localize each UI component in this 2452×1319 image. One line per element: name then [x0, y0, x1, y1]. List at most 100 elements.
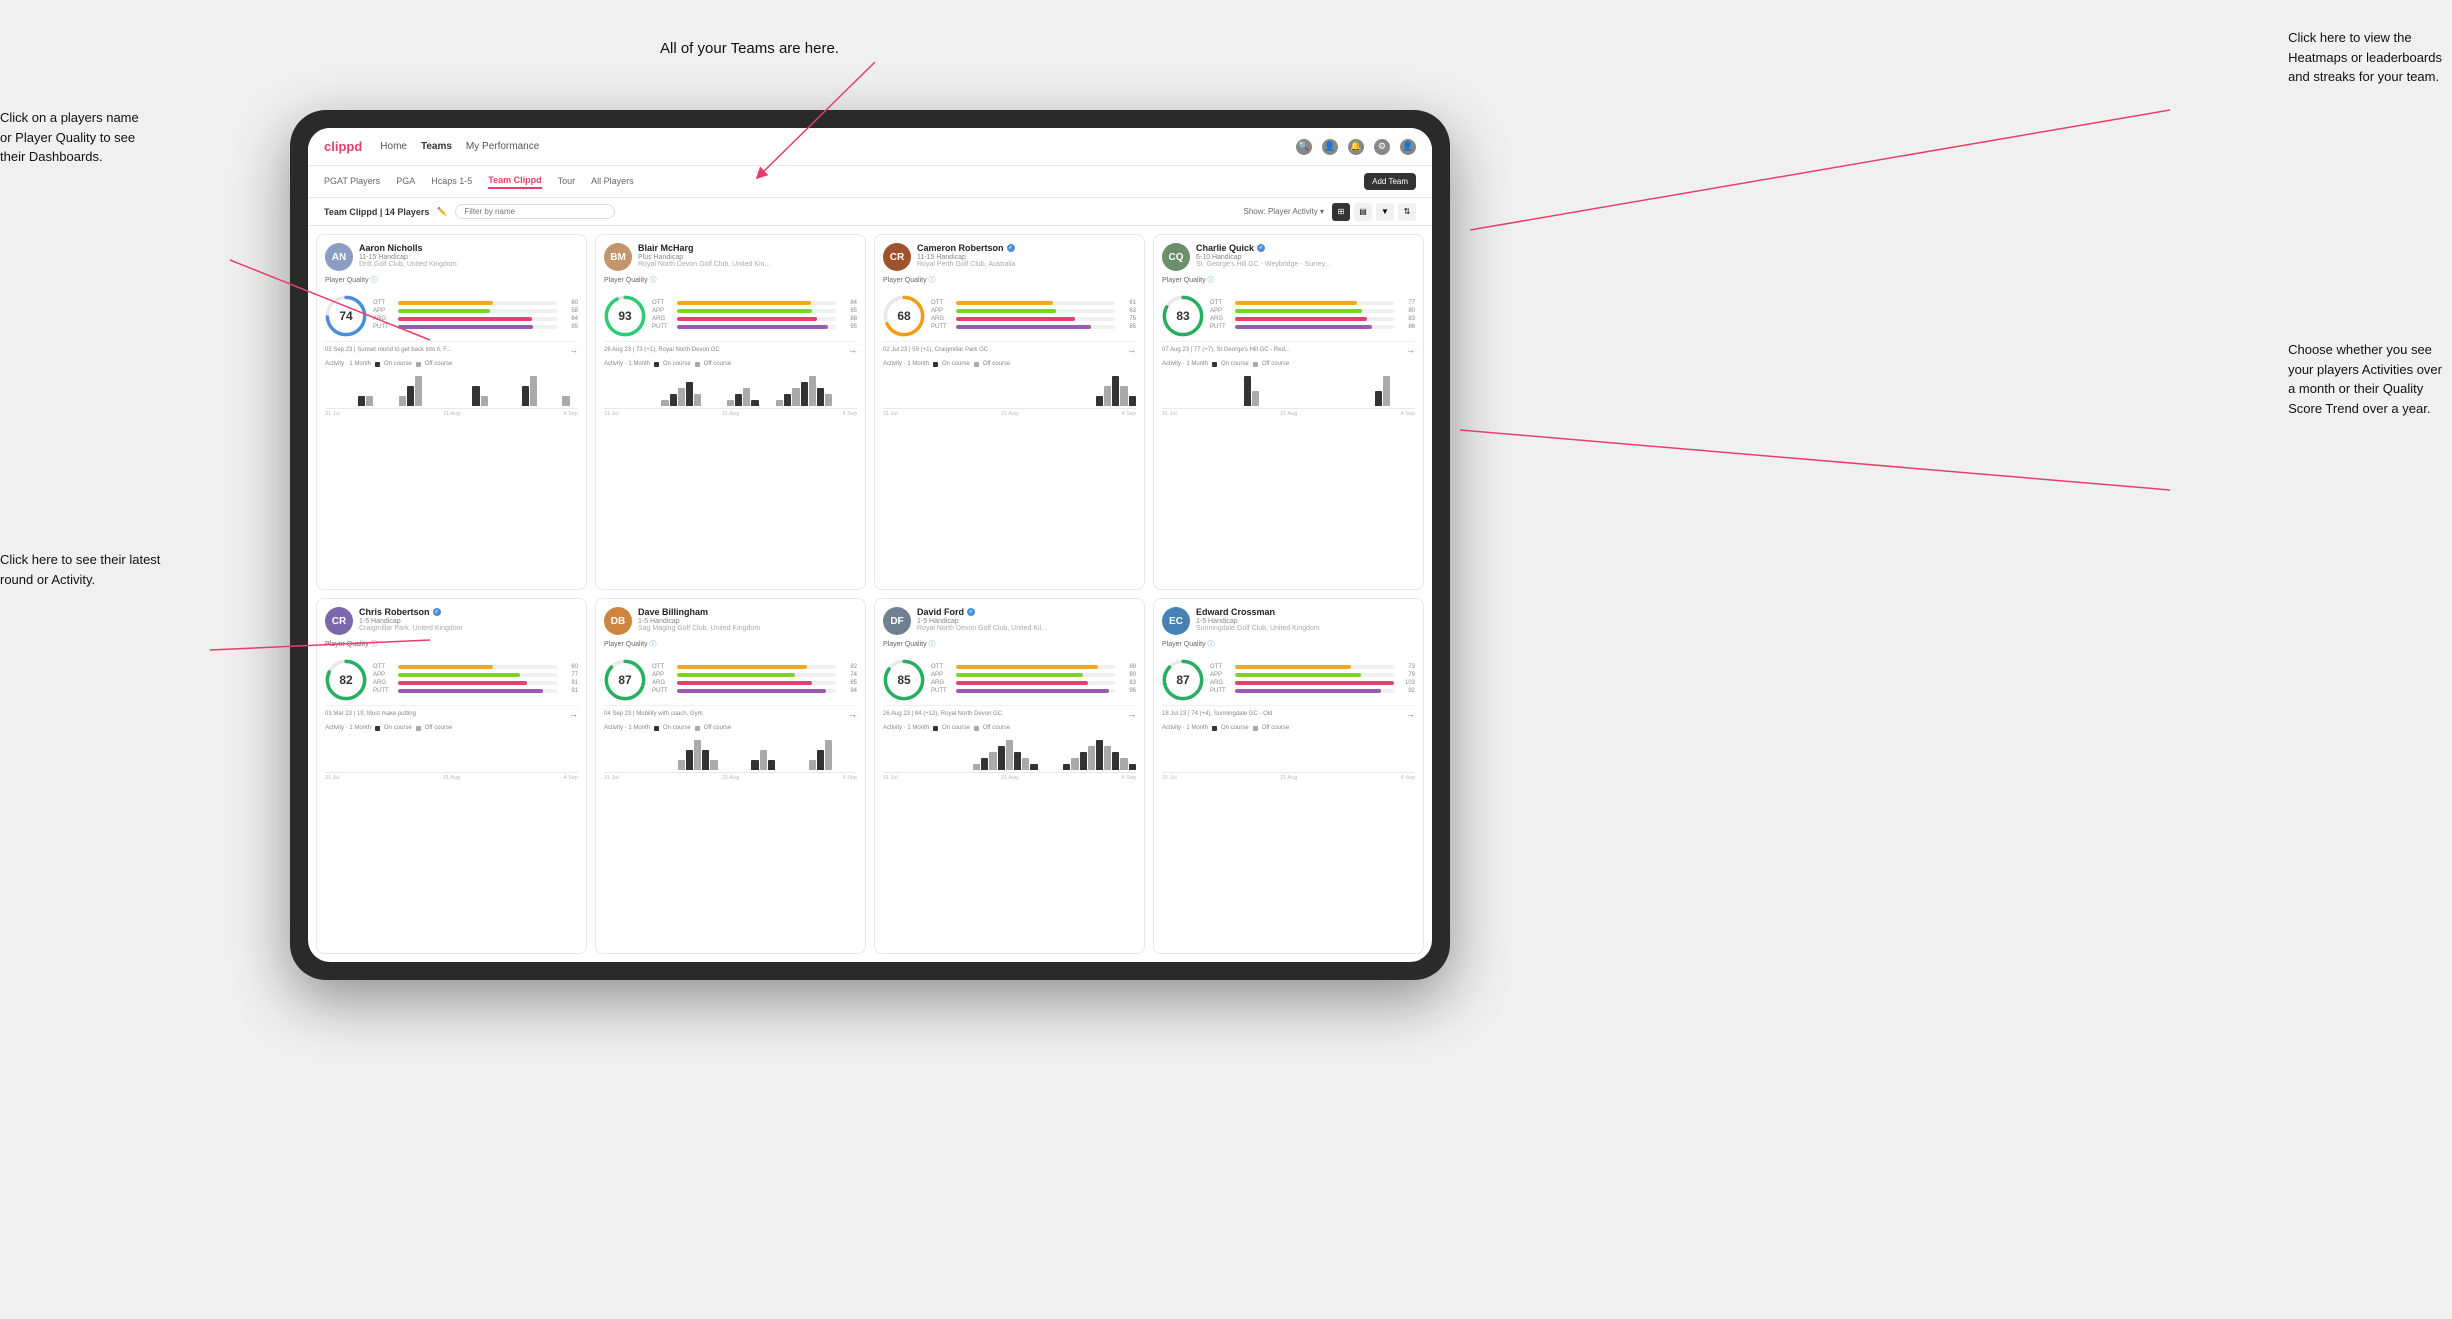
- latest-round-arrow[interactable]: →: [1406, 709, 1415, 719]
- player-name[interactable]: Blair McHarg: [638, 243, 857, 253]
- quality-circle[interactable]: 85: [883, 659, 925, 701]
- quality-section[interactable]: 93 OTT 84 APP 85 ARG 88 PUTT: [604, 295, 857, 337]
- latest-round-arrow[interactable]: →: [848, 709, 857, 719]
- tablet-screen: clippd Home Teams My Performance 🔍 👤 🔔 ⚙…: [308, 128, 1432, 962]
- quality-circle[interactable]: 68: [883, 295, 925, 337]
- add-team-button[interactable]: Add Team: [1364, 173, 1416, 190]
- activity-label: Activity · 1 Month: [883, 725, 929, 731]
- quality-circle[interactable]: 87: [604, 659, 646, 701]
- player-card[interactable]: DB Dave Billingham 1-5 Handicap Sag Magi…: [595, 598, 866, 954]
- latest-round-arrow[interactable]: →: [569, 709, 578, 719]
- player-header: CR Cameron Robertson ✓ 11-15 Handicap Ro…: [883, 243, 1136, 271]
- activity-section: Activity · 1 Month On course Off course …: [1162, 725, 1415, 781]
- quality-circle[interactable]: 87: [1162, 659, 1204, 701]
- quality-number: 68: [897, 309, 910, 323]
- latest-round[interactable]: 07 Aug 23 | 77 (+7), St George's Hill GC…: [1162, 341, 1415, 355]
- player-name[interactable]: Cameron Robertson ✓: [917, 243, 1136, 253]
- chart-date-start: 31 Jul: [604, 775, 619, 781]
- latest-round[interactable]: 04 Sep 23 | Mobility with coach, Gym →: [604, 705, 857, 719]
- latest-round-arrow[interactable]: →: [848, 345, 857, 355]
- chart-dates: 31 Jul 21 Aug 4 Sep: [604, 775, 857, 781]
- player-card[interactable]: CR Cameron Robertson ✓ 11-15 Handicap Ro…: [874, 234, 1145, 590]
- tab-pgat-players[interactable]: PGAT Players: [324, 176, 380, 188]
- off-course-label: Off course: [425, 725, 453, 731]
- filter-icon[interactable]: ▼: [1376, 203, 1394, 221]
- latest-round[interactable]: 03 Mar 23 | 19, Must make putting →: [325, 705, 578, 719]
- activity-section: Activity · 1 Month On course Off course …: [325, 725, 578, 781]
- quality-label: Player Quality ⓘ: [1162, 275, 1415, 285]
- player-handicap: 1-5 Handicap: [359, 618, 578, 625]
- player-name[interactable]: Edward Crossman: [1196, 607, 1415, 617]
- quality-section[interactable]: 83 OTT 77 APP 80 ARG 83 PUTT: [1162, 295, 1415, 337]
- off-course-label: Off course: [704, 361, 732, 367]
- latest-round[interactable]: 02 Sep 23 | Sunset round to get back int…: [325, 341, 578, 355]
- quality-section[interactable]: 68 OTT 61 APP 63 ARG 75 PUTT: [883, 295, 1136, 337]
- bell-icon[interactable]: 🔔: [1348, 139, 1364, 155]
- player-card[interactable]: BM Blair McHarg Plus Handicap Royal Nort…: [595, 234, 866, 590]
- activity-header: Activity · 1 Month On course Off course: [604, 725, 857, 731]
- player-avatar: CQ: [1162, 243, 1190, 271]
- activity-label: Activity · 1 Month: [325, 725, 371, 731]
- player-name[interactable]: Aaron Nicholls: [359, 243, 578, 253]
- player-card[interactable]: CR Chris Robertson ✓ 1-5 Handicap Craigm…: [316, 598, 587, 954]
- player-card[interactable]: CQ Charlie Quick ✓ 6-10 Handicap St. Geo…: [1153, 234, 1424, 590]
- sub-nav: PGAT Players PGA Hcaps 1-5 Team Clippd T…: [308, 166, 1432, 198]
- player-card[interactable]: AN Aaron Nicholls 11-15 Handicap Drift G…: [316, 234, 587, 590]
- tab-tour[interactable]: Tour: [558, 176, 576, 188]
- activity-section: Activity · 1 Month On course Off course …: [883, 725, 1136, 781]
- player-name[interactable]: Dave Billingham: [638, 607, 857, 617]
- nav-home[interactable]: Home: [380, 137, 407, 156]
- grid-view-icon[interactable]: ⊞: [1332, 203, 1350, 221]
- chart-date-end: 4 Sep: [1122, 411, 1136, 417]
- latest-round[interactable]: 26 Aug 23 | 73 (+1), Royal North Devon G…: [604, 341, 857, 355]
- player-card[interactable]: EC Edward Crossman 1-5 Handicap Sunningd…: [1153, 598, 1424, 954]
- team-filter-input[interactable]: [455, 204, 615, 219]
- tab-all-players[interactable]: All Players: [591, 176, 634, 188]
- activity-label: Activity · 1 Month: [325, 361, 371, 367]
- profile-icon[interactable]: 👤: [1322, 139, 1338, 155]
- player-avatar: EC: [1162, 607, 1190, 635]
- on-course-label: On course: [942, 725, 970, 731]
- latest-round-arrow[interactable]: →: [1127, 709, 1136, 719]
- list-view-icon[interactable]: ▤: [1354, 203, 1372, 221]
- player-header: AN Aaron Nicholls 11-15 Handicap Drift G…: [325, 243, 578, 271]
- latest-round-arrow[interactable]: →: [1406, 345, 1415, 355]
- quality-circle[interactable]: 83: [1162, 295, 1204, 337]
- player-info: Cameron Robertson ✓ 11-15 Handicap Royal…: [917, 243, 1136, 268]
- player-club: Sunningdale Golf Club, United Kingdom: [1196, 625, 1415, 632]
- latest-round-callout: Click here to see their latestround or A…: [0, 550, 160, 589]
- tab-team-clippd[interactable]: Team Clippd: [488, 175, 541, 189]
- quality-section[interactable]: 85 OTT 89 APP 80 ARG 83 PUTT: [883, 659, 1136, 701]
- chart-date-start: 31 Jul: [883, 775, 898, 781]
- quality-section[interactable]: 82 OTT 60 APP 77 ARG 81 PUTT: [325, 659, 578, 701]
- quality-bars: OTT 73 APP 79 ARG 103 PUTT 92: [1210, 664, 1415, 696]
- activity-header: Activity · 1 Month On course Off course: [883, 725, 1136, 731]
- tab-pga[interactable]: PGA: [396, 176, 415, 188]
- latest-round[interactable]: 26 Aug 23 | 84 (+12), Royal North Devon …: [883, 705, 1136, 719]
- quality-circle[interactable]: 74: [325, 295, 367, 337]
- player-card[interactable]: DF David Ford ✓ 1-5 Handicap Royal North…: [874, 598, 1145, 954]
- settings-icon[interactable]: ⚙: [1374, 139, 1390, 155]
- quality-circle[interactable]: 93: [604, 295, 646, 337]
- heatmaps-callout: Click here to view theHeatmaps or leader…: [2288, 28, 2442, 87]
- sort-icon[interactable]: ⇅: [1398, 203, 1416, 221]
- player-name[interactable]: Chris Robertson ✓: [359, 607, 578, 617]
- player-info: David Ford ✓ 1-5 Handicap Royal North De…: [917, 607, 1136, 632]
- latest-round[interactable]: 02 Jul 23 | 59 (+1), Craigmillar Park GC…: [883, 341, 1136, 355]
- latest-round-arrow[interactable]: →: [569, 345, 578, 355]
- search-icon[interactable]: 🔍: [1296, 139, 1312, 155]
- quality-number: 74: [339, 309, 352, 323]
- latest-round-arrow[interactable]: →: [1127, 345, 1136, 355]
- nav-teams[interactable]: Teams: [421, 137, 452, 156]
- player-name[interactable]: David Ford ✓: [917, 607, 1136, 617]
- nav-performance[interactable]: My Performance: [466, 137, 539, 156]
- edit-icon[interactable]: ✏️: [437, 207, 447, 216]
- quality-section[interactable]: 87 OTT 82 APP 74 ARG 85 PUTT: [604, 659, 857, 701]
- quality-section[interactable]: 74 OTT 60 APP 58 ARG 84 PUTT: [325, 295, 578, 337]
- tab-hcaps[interactable]: Hcaps 1-5: [431, 176, 472, 188]
- latest-round[interactable]: 18 Jul 23 | 74 (+4), Sunningdale GC - Ol…: [1162, 705, 1415, 719]
- quality-circle[interactable]: 82: [325, 659, 367, 701]
- avatar-icon[interactable]: 👤: [1400, 139, 1416, 155]
- quality-section[interactable]: 87 OTT 73 APP 79 ARG 103 PUTT: [1162, 659, 1415, 701]
- player-name[interactable]: Charlie Quick ✓: [1196, 243, 1415, 253]
